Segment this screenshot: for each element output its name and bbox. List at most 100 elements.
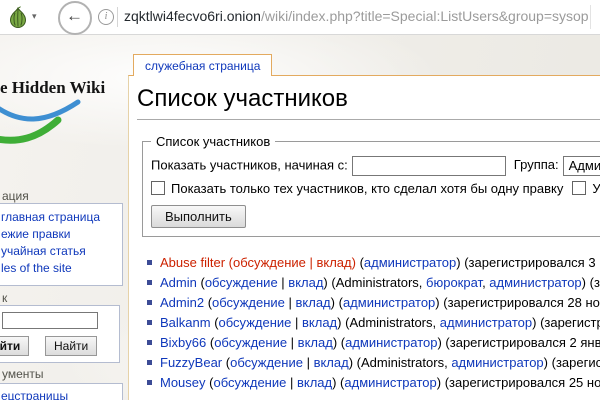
- punct: |: [303, 355, 314, 370]
- punct: |: [287, 335, 298, 350]
- group-label: Группа:: [514, 157, 559, 172]
- registered-text: (зарегистрировался 2 января: [445, 335, 600, 350]
- tools-box: ецстраницы: [0, 383, 123, 400]
- group-select[interactable]: Админис: [563, 156, 600, 176]
- punct: |: [278, 275, 289, 290]
- punct: |: [286, 375, 297, 390]
- user-link[interactable]: Balkanm: [160, 315, 211, 330]
- talk-link[interactable]: обсуждение: [230, 355, 303, 370]
- sidebar-item-rules: les of the site: [1, 260, 122, 277]
- submit-button[interactable]: Выполнить: [151, 205, 246, 228]
- punct: ): [532, 315, 540, 330]
- go-button[interactable]: ейти: [0, 336, 29, 356]
- group-link[interactable]: администратор: [364, 255, 456, 270]
- talk-link[interactable]: обсуждение: [212, 295, 285, 310]
- tab-special-page[interactable]: служебная страница: [133, 54, 272, 76]
- nav-section-header: ация: [2, 189, 29, 203]
- user-link[interactable]: Mousey: [160, 375, 206, 390]
- punct: ): [544, 355, 552, 370]
- url-text[interactable]: zqktlwi4fecvo6ri.onion/wiki/index.php?ti…: [124, 8, 589, 24]
- punct: ): [333, 335, 341, 350]
- page-title: Список участников: [137, 85, 600, 120]
- user-row: Bixby66 (обсуждение | вклад) (администра…: [147, 333, 600, 353]
- user-link[interactable]: Admin: [160, 275, 197, 290]
- back-button[interactable]: ←: [58, 1, 92, 35]
- registered-text: (зарегистрир: [540, 315, 600, 330]
- punct: (: [225, 255, 233, 270]
- contribs-link[interactable]: вклад: [302, 315, 337, 330]
- sidebar: e Hidden Wiki ация главная страница ежие…: [0, 34, 128, 400]
- contribs-link[interactable]: вклад: [296, 295, 331, 310]
- group-link[interactable]: бюрократ: [426, 275, 482, 290]
- sidebar-link-rules[interactable]: les of the site: [1, 261, 72, 275]
- form-legend: Список участников: [151, 134, 275, 149]
- user-link[interactable]: Abuse filter: [160, 255, 225, 270]
- onion-menu-icon[interactable]: [6, 5, 30, 29]
- caret-down-icon[interactable]: ▾: [32, 11, 37, 22]
- punct: (: [197, 275, 205, 290]
- punct: ): [332, 375, 340, 390]
- user-link[interactable]: Admin2: [160, 295, 204, 310]
- talk-link[interactable]: обсуждение: [213, 375, 286, 390]
- user-row: Balkanm (обсуждение | вклад) (Administra…: [147, 313, 600, 333]
- sidebar-link-mainpage[interactable]: главная страница: [1, 210, 100, 224]
- punct: (: [211, 315, 219, 330]
- punct: ): [331, 295, 339, 310]
- creation-order-label: Упо: [592, 181, 600, 196]
- talk-link[interactable]: обсуждение: [233, 255, 306, 270]
- browser-address-bar: ▾ ← i zqktlwi4fecvo6ri.onion/wiki/index.…: [0, 0, 600, 35]
- group-name: Administrators: [361, 355, 444, 370]
- user-link[interactable]: FuzzyBear: [160, 355, 222, 370]
- group-link[interactable]: администратор: [451, 355, 543, 370]
- group-link[interactable]: администратор: [440, 315, 532, 330]
- back-icon: ←: [66, 6, 83, 26]
- contribs-link[interactable]: вклад: [288, 275, 323, 290]
- punct: (: [206, 335, 214, 350]
- group-link[interactable]: администратор: [345, 335, 437, 350]
- user-row: FuzzyBear (обсуждение | вклад) (Administ…: [147, 353, 600, 373]
- punct: |: [291, 315, 302, 330]
- registered-text: (зарегистрировался 25 ноябр: [445, 375, 600, 390]
- find-button[interactable]: Найти: [45, 336, 97, 356]
- user-row: Admin (обсуждение | вклад) (Administrato…: [147, 273, 600, 293]
- punct: ): [582, 275, 590, 290]
- user-list: Abuse filter (обсуждение | вклад) (админ…: [137, 253, 600, 393]
- group-name: Administrators: [349, 315, 432, 330]
- sidebar-link-recentchanges[interactable]: ежие правки: [1, 227, 70, 241]
- sidebar-item-recentchanges: ежие правки: [1, 226, 122, 243]
- punct: |: [306, 255, 317, 270]
- user-row: Abuse filter (обсуждение | вклад) (админ…: [147, 253, 600, 273]
- search-input[interactable]: [2, 312, 98, 329]
- contribs-link[interactable]: вклад: [314, 355, 349, 370]
- contribs-link[interactable]: вклад: [316, 255, 351, 270]
- sidebar-item-specialpages: ецстраницы: [1, 388, 122, 400]
- nav-box: главная страница ежие правки учайная ста…: [0, 203, 123, 286]
- punct: (: [204, 295, 212, 310]
- registered-text: (зарегистри: [552, 355, 600, 370]
- talk-link[interactable]: обсуждение: [205, 275, 278, 290]
- user-row: Admin2 (обсуждение | вклад) (администрат…: [147, 293, 600, 313]
- search-section-header: к: [2, 291, 7, 305]
- group-link[interactable]: администратор: [489, 275, 581, 290]
- registered-text: (зарегистрировался 28 ноябр: [443, 295, 600, 310]
- talk-link[interactable]: обсуждение: [214, 335, 287, 350]
- user-link[interactable]: Bixby66: [160, 335, 206, 350]
- talk-link[interactable]: обсуждение: [219, 315, 292, 330]
- sidebar-link-randompage[interactable]: учайная статья: [1, 244, 86, 258]
- sidebar-item-mainpage: главная страница: [1, 209, 122, 226]
- group-link[interactable]: администратор: [343, 295, 435, 310]
- registered-text: (заре: [590, 275, 600, 290]
- listusers-form: Список участников Показать участников, н…: [142, 134, 600, 237]
- group-link[interactable]: администратор: [344, 375, 436, 390]
- creation-order-checkbox[interactable]: [572, 181, 586, 195]
- info-icon[interactable]: i: [98, 9, 114, 25]
- sidebar-link-specialpages[interactable]: ецстраницы: [1, 389, 68, 400]
- username-prefix-input[interactable]: [352, 156, 506, 176]
- contribs-link[interactable]: вклад: [297, 375, 332, 390]
- punct: ): [337, 315, 345, 330]
- url-host: zqktlwi4fecvo6ri.onion: [124, 8, 261, 24]
- contribs-link[interactable]: вклад: [298, 335, 333, 350]
- form-row-prefix: Показать участников, начиная с:Группа:Ад…: [151, 156, 600, 176]
- edits-only-checkbox[interactable]: [151, 181, 165, 195]
- edits-only-label: Показать только тех участников, кто сдел…: [171, 181, 563, 196]
